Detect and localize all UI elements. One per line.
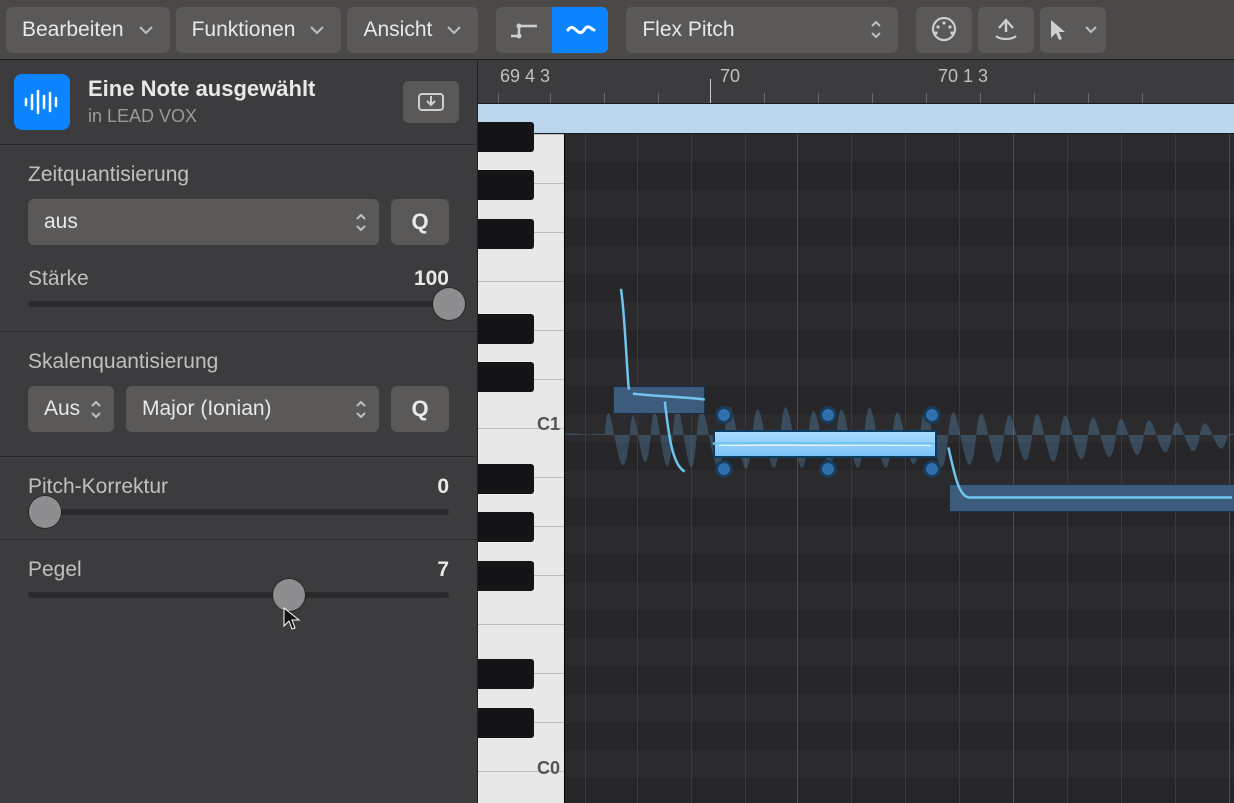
pointer-tool-icon bbox=[1048, 18, 1068, 42]
time-quantize-value: aus bbox=[44, 210, 78, 234]
scale-root-select[interactable]: Aus bbox=[28, 386, 114, 432]
note-handle[interactable] bbox=[819, 406, 837, 424]
inbox-arrow-icon bbox=[416, 90, 446, 114]
inspector-title: Eine Note ausgewählt bbox=[88, 77, 315, 101]
scale-quantize-group: Skalenquantisierung Aus Major (Ionian) bbox=[0, 332, 477, 457]
scale-root-value: Aus bbox=[44, 397, 80, 421]
note-handle[interactable] bbox=[923, 406, 941, 424]
editor-toolbar: Bearbeiten Funktionen Ansicht bbox=[0, 0, 1234, 60]
menu-view-label: Ansicht bbox=[363, 18, 432, 42]
pitch-grid[interactable]: /* lanes done statically below */ bbox=[565, 134, 1234, 803]
key-label-c1: C1 bbox=[537, 414, 560, 435]
scale-type-select[interactable]: Major (Ionian) bbox=[126, 386, 379, 432]
time-quantize-group: Zeitquantisierung aus Q Stärke 100 bbox=[0, 145, 477, 332]
strength-value: 100 bbox=[414, 267, 449, 291]
inspector-header: Eine Note ausgewählt in LEAD VOX bbox=[0, 60, 477, 145]
pitch-note[interactable] bbox=[613, 386, 705, 414]
ruler-mark: 70 1 3 bbox=[938, 66, 988, 87]
midi-out-button[interactable] bbox=[916, 7, 972, 53]
menu-view[interactable]: Ansicht bbox=[347, 7, 478, 53]
flex-toggle[interactable] bbox=[552, 7, 608, 53]
flex-icon bbox=[564, 19, 596, 41]
gain-slider[interactable] bbox=[28, 592, 449, 598]
menu-functions[interactable]: Funktionen bbox=[176, 7, 342, 53]
chevron-down-icon bbox=[309, 25, 325, 35]
note-handle[interactable] bbox=[923, 460, 941, 478]
scale-type-value: Major (Ionian) bbox=[142, 397, 272, 421]
pitch-correction-slider-thumb[interactable] bbox=[29, 496, 61, 528]
menu-edit-label: Bearbeiten bbox=[22, 18, 124, 42]
piano-ruler[interactable]: C1 C0 bbox=[478, 134, 565, 803]
time-quantize-select[interactable]: aus bbox=[28, 199, 379, 245]
time-quantize-label: Zeitquantisierung bbox=[28, 163, 449, 187]
automation-toggle[interactable] bbox=[496, 7, 552, 53]
catch-icon bbox=[993, 18, 1019, 42]
menu-edit[interactable]: Bearbeiten bbox=[6, 7, 170, 53]
inspector-subtitle: in LEAD VOX bbox=[88, 106, 315, 127]
flex-mode-label: Flex Pitch bbox=[642, 18, 734, 42]
chevron-down-icon bbox=[446, 25, 462, 35]
timeline-ruler[interactable]: 69 4 3 70 70 1 3 bbox=[478, 60, 1234, 104]
stepper-icon bbox=[355, 400, 367, 419]
flex-pitch-editor: 69 4 3 70 70 1 3 bbox=[478, 60, 1234, 803]
audio-track-icon bbox=[14, 74, 70, 130]
gain-value: 7 bbox=[437, 558, 449, 582]
strength-slider-thumb[interactable] bbox=[433, 288, 465, 320]
time-quantize-apply[interactable]: Q bbox=[391, 199, 449, 245]
ruler-mark: 69 4 3 bbox=[500, 66, 550, 87]
catch-playhead-button[interactable] bbox=[978, 7, 1034, 53]
strength-label: Stärke bbox=[28, 267, 89, 291]
ruler-mark: 70 bbox=[720, 66, 740, 87]
pitch-correction-label: Pitch-Korrektur bbox=[28, 475, 168, 499]
tool-menu[interactable] bbox=[1040, 7, 1106, 53]
gain-label: Pegel bbox=[28, 558, 82, 582]
note-handle[interactable] bbox=[819, 460, 837, 478]
pitch-correction-slider[interactable] bbox=[28, 509, 449, 515]
stepper-icon bbox=[355, 213, 367, 232]
inspector-link-button[interactable] bbox=[403, 81, 459, 123]
scale-quantize-label: Skalenquantisierung bbox=[28, 350, 449, 374]
automation-line-icon bbox=[509, 20, 539, 40]
flex-mode-select[interactable]: Flex Pitch bbox=[626, 7, 898, 53]
scale-quantize-apply[interactable]: Q bbox=[391, 386, 449, 432]
note-handle[interactable] bbox=[715, 460, 733, 478]
pitch-correction-value: 0 bbox=[437, 475, 449, 499]
stepper-icon bbox=[90, 400, 102, 419]
flex-toggle-segment bbox=[496, 7, 608, 53]
menu-functions-label: Funktionen bbox=[192, 18, 296, 42]
inspector-panel: Eine Note ausgewählt in LEAD VOX Zeitqua… bbox=[0, 60, 478, 803]
midi-port-icon bbox=[929, 17, 959, 43]
mouse-cursor-icon bbox=[281, 606, 303, 632]
pitch-correction-group: Pitch-Korrektur 0 bbox=[0, 457, 477, 540]
chevron-down-icon bbox=[1084, 25, 1098, 34]
chevron-down-icon bbox=[138, 25, 154, 35]
region-overview[interactable] bbox=[478, 104, 1234, 134]
note-handle[interactable] bbox=[715, 406, 733, 424]
key-label-c0: C0 bbox=[537, 758, 560, 779]
strength-slider[interactable] bbox=[28, 301, 449, 307]
pitch-note[interactable] bbox=[949, 484, 1234, 512]
stepper-icon bbox=[870, 20, 882, 39]
pitch-note-selected[interactable] bbox=[713, 430, 937, 458]
gain-group: Pegel 7 bbox=[0, 540, 477, 648]
